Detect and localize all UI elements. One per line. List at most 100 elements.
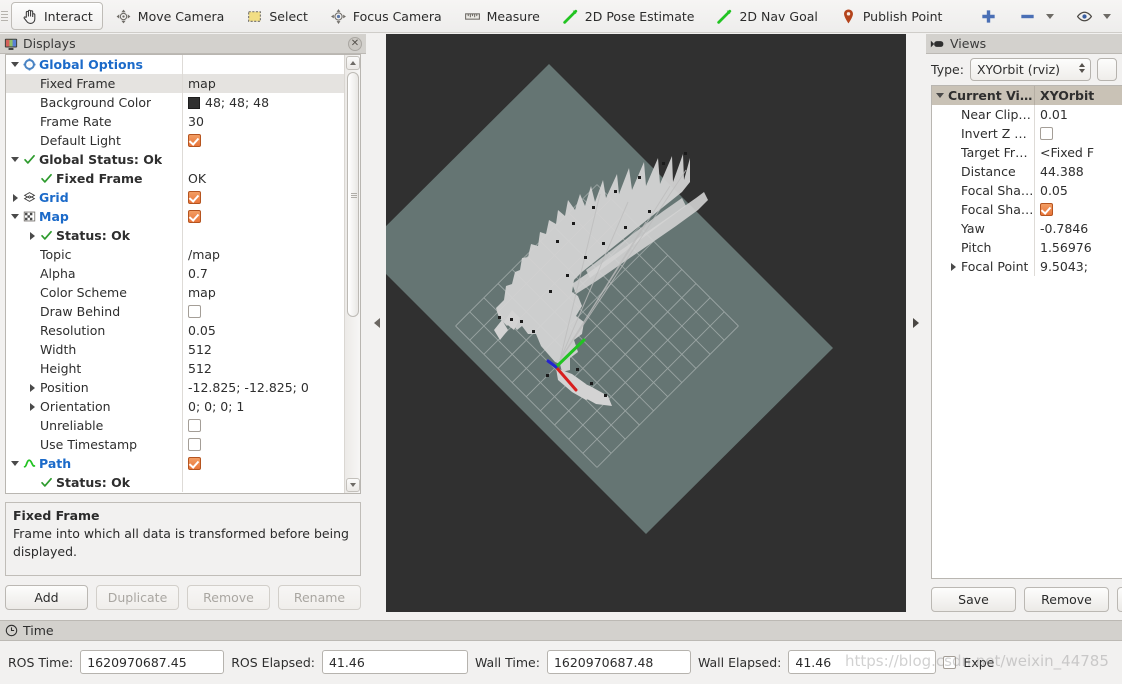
chevron-down-icon[interactable] (10, 60, 20, 70)
tool-publish-point[interactable]: Publish Point (830, 2, 953, 30)
toolbar-grip[interactable] (1, 5, 8, 27)
table-row[interactable]: Resolution 0.05 (6, 321, 344, 340)
chevron-right-icon[interactable] (27, 402, 37, 412)
tree-value-cell[interactable]: 512 (182, 359, 344, 378)
checkbox-checked[interactable] (188, 191, 201, 204)
checkbox-unchecked[interactable] (1040, 127, 1053, 140)
table-row[interactable]: Position -12.825; -12.825; 0 (6, 378, 344, 397)
chevron-down-icon[interactable] (1046, 13, 1055, 19)
tree-name-cell[interactable]: Background Color (6, 95, 182, 110)
views-row[interactable]: Yaw -0.7846 (932, 219, 1122, 238)
tree-value-cell[interactable] (182, 55, 344, 74)
wall-elapsed-input[interactable]: 41.46 (788, 650, 937, 674)
left-splitter[interactable] (367, 34, 386, 612)
tree-value-cell[interactable]: 30 (182, 112, 344, 131)
ros-elapsed-input[interactable]: 41.46 (321, 650, 468, 674)
views-row-value[interactable]: 9.5043; (1034, 257, 1122, 276)
views-row[interactable]: Target Fra... <Fixed F (932, 143, 1122, 162)
tree-value-cell[interactable]: map (182, 74, 344, 93)
remove-view-button[interactable]: Remove (1024, 587, 1109, 612)
tree-name-cell[interactable]: Global Status: Ok (6, 152, 182, 167)
views-row-value[interactable]: 44.388 (1034, 162, 1122, 181)
table-row[interactable]: Global Options (6, 55, 344, 74)
views-row[interactable]: Near Clip ... 0.01 (932, 105, 1122, 124)
tree-name-cell[interactable]: Alpha (6, 266, 182, 281)
duplicate-button[interactable]: Duplicate (96, 585, 179, 610)
tree-name-cell[interactable]: Width (6, 342, 182, 357)
tool-move-camera[interactable]: Move Camera (105, 2, 235, 30)
scroll-up-icon[interactable] (346, 56, 360, 70)
ros-time-input[interactable]: 1620970687.45 (80, 650, 225, 674)
table-row[interactable]: Fixed Frame map (6, 74, 344, 93)
table-row[interactable]: Alpha 0.7 (6, 264, 344, 283)
views-row-value[interactable]: 1.56976 (1034, 238, 1122, 257)
tree-value-cell[interactable]: 0.05 (182, 321, 344, 340)
tree-value-cell[interactable]: 48; 48; 48 (182, 93, 344, 112)
table-row[interactable]: Background Color 48; 48; 48 (6, 93, 344, 112)
tree-value-cell[interactable] (182, 416, 344, 435)
tool-focus-camera[interactable]: Focus Camera (320, 2, 452, 30)
tree-value-cell[interactable] (182, 473, 344, 492)
table-row[interactable]: Path (6, 454, 344, 473)
tree-value-cell[interactable] (182, 435, 344, 454)
tree-name-cell[interactable]: Position (6, 380, 182, 395)
views-row-value[interactable] (1034, 124, 1122, 143)
checkbox-unchecked[interactable] (188, 305, 201, 318)
rename-button[interactable]: Rename (278, 585, 361, 610)
views-tree[interactable]: Current View XYOrbit Near Clip ... 0.01 Inve… (931, 85, 1122, 579)
chevron-down-icon[interactable] (10, 155, 20, 165)
checkbox-checked[interactable] (188, 457, 201, 470)
scrollbar-thumb[interactable] (347, 72, 359, 317)
checkbox-checked[interactable] (1040, 203, 1053, 216)
tree-name-cell[interactable]: Orientation (6, 399, 182, 414)
table-row[interactable]: Width 512 (6, 340, 344, 359)
view-type-select[interactable]: XYOrbit (rviz) (969, 58, 1091, 81)
remove-button[interactable]: Remove (187, 585, 270, 610)
tree-value-cell[interactable] (182, 150, 344, 169)
table-row[interactable]: Status: Ok (6, 473, 344, 492)
table-row[interactable]: Frame Rate 30 (6, 112, 344, 131)
tool-2d-nav-goal[interactable]: 2D Nav Goal (706, 2, 827, 30)
tree-name-cell[interactable]: Default Light (6, 133, 182, 148)
tool-2d-pose-estimate[interactable]: 2D Pose Estimate (552, 2, 705, 30)
chevron-down-icon-2[interactable] (1103, 13, 1112, 19)
tree-value-cell[interactable] (182, 226, 344, 245)
color-swatch[interactable] (188, 96, 200, 109)
chevron-down-icon[interactable] (10, 212, 20, 222)
tree-value-cell[interactable]: OK (182, 169, 344, 188)
table-row[interactable]: Status: Ok (6, 226, 344, 245)
tree-value-cell[interactable]: 0.7 (182, 264, 344, 283)
chevron-right-icon[interactable] (948, 262, 958, 272)
tree-name-cell[interactable]: Map (6, 209, 182, 224)
views-row[interactable]: Invert Z Axis (932, 124, 1122, 143)
tree-name-cell[interactable]: Color Scheme (6, 285, 182, 300)
wall-time-input[interactable]: 1620970687.48 (546, 650, 691, 674)
tree-value-cell[interactable] (182, 302, 344, 321)
checkbox-checked[interactable] (188, 134, 201, 147)
views-row[interactable]: Focal Shap... (932, 200, 1122, 219)
table-row[interactable]: Draw Behind (6, 302, 344, 321)
views-row-value[interactable]: <Fixed F (1034, 143, 1122, 162)
table-row[interactable]: Unreliable (6, 416, 344, 435)
chevron-right-icon[interactable] (10, 193, 20, 203)
right-splitter[interactable] (906, 34, 925, 612)
table-row[interactable]: Color Scheme map (6, 283, 344, 302)
tree-value-cell[interactable] (182, 188, 344, 207)
add-display-button[interactable] (970, 2, 1007, 30)
views-row[interactable]: Pitch 1.56976 (932, 238, 1122, 257)
close-icon[interactable]: ✕ (348, 36, 362, 51)
displays-scrollbar[interactable] (344, 55, 360, 493)
tree-name-cell[interactable]: Resolution (6, 323, 182, 338)
tree-name-cell[interactable]: Frame Rate (6, 114, 182, 129)
views-extra-button[interactable] (1097, 58, 1117, 81)
tree-name-cell[interactable]: Grid (6, 190, 182, 205)
chevron-right-icon[interactable] (27, 231, 37, 241)
visibility-button[interactable] (1066, 2, 1121, 30)
tree-name-cell[interactable]: Fixed Frame (6, 76, 182, 91)
add-button[interactable]: Add (5, 585, 88, 610)
checkbox-unchecked[interactable] (188, 419, 201, 432)
views-row-value[interactable] (1034, 200, 1122, 219)
views-row[interactable]: Focal Shap... 0.05 (932, 181, 1122, 200)
tree-value-cell[interactable] (182, 207, 344, 226)
rename-view-button[interactable] (1117, 587, 1122, 612)
